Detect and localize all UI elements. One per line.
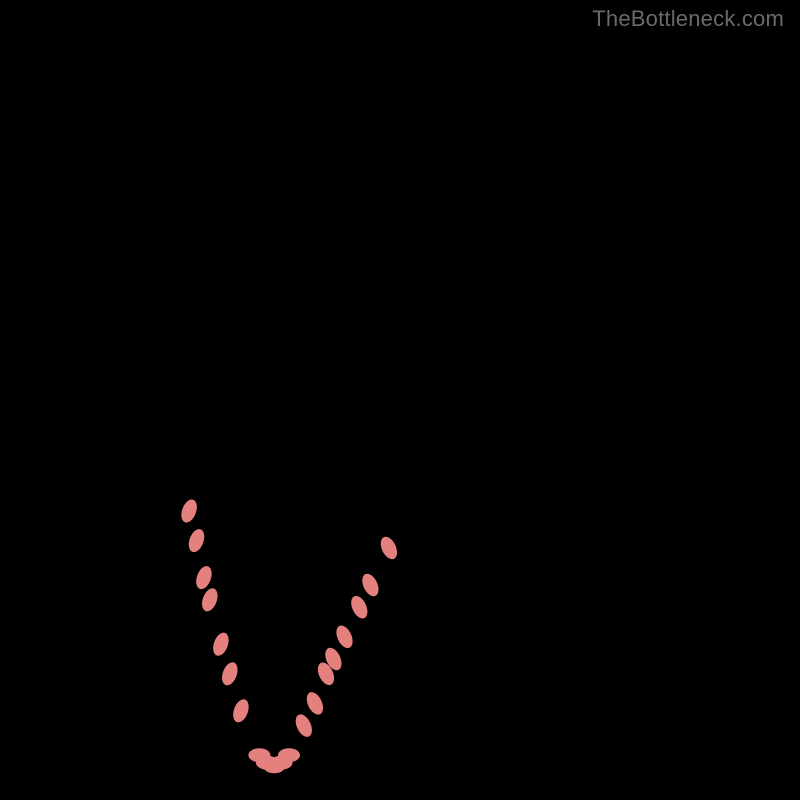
bottleneck-curve xyxy=(60,30,770,766)
curve-marker xyxy=(230,697,251,724)
curve-marker xyxy=(199,586,220,613)
curve-plot xyxy=(30,30,770,770)
watermark-text: TheBottleneck.com xyxy=(592,6,784,32)
curve-marker xyxy=(186,527,207,554)
curve-marker xyxy=(359,571,382,599)
curve-marker xyxy=(210,631,231,658)
markers-bottom-group xyxy=(248,748,300,773)
curve-marker xyxy=(278,748,300,762)
markers-right-group xyxy=(292,534,400,739)
curve-marker xyxy=(193,564,214,591)
curve-marker xyxy=(377,534,400,562)
curve-marker xyxy=(303,690,326,718)
curve-marker xyxy=(348,593,371,621)
curve-marker xyxy=(219,660,240,687)
